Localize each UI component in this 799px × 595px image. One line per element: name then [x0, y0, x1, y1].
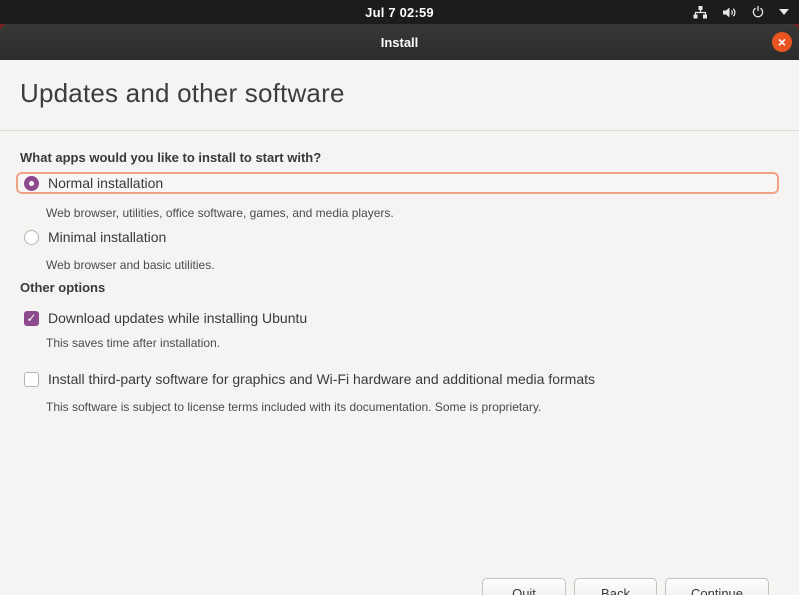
power-icon[interactable] [751, 5, 765, 19]
question-label: What apps would you like to install to s… [20, 150, 321, 165]
system-tray[interactable] [693, 0, 789, 24]
checkbox-checked-icon[interactable]: ✓ [24, 311, 39, 326]
radio-normal-label: Normal installation [48, 175, 163, 191]
checkbox-third-party[interactable]: Install third-party software for graphic… [24, 371, 595, 387]
quit-button[interactable]: Quit [482, 578, 566, 595]
option-normal-description: Web browser, utilities, office software,… [46, 206, 394, 220]
checkbox-unchecked-icon[interactable] [24, 372, 39, 387]
radio-option-minimal[interactable]: Minimal installation [24, 229, 166, 245]
third-party-description: This software is subject to license term… [46, 400, 541, 414]
page-title: Updates and other software [20, 78, 345, 109]
volume-icon[interactable] [722, 6, 737, 19]
system-top-bar: Jul 7 02:59 [0, 0, 799, 24]
window-titlebar[interactable]: Install × [0, 24, 799, 60]
network-icon[interactable] [693, 6, 708, 19]
radio-unchecked-icon[interactable] [24, 230, 39, 245]
window-title: Install [381, 35, 419, 50]
download-updates-description: This saves time after installation. [46, 336, 220, 350]
radio-option-normal[interactable]: Normal installation [16, 172, 779, 194]
checkbox-third-party-label: Install third-party software for graphic… [48, 371, 595, 387]
ubuntu-installer-screen: Jul 7 02:59 [0, 0, 799, 595]
checkmark-icon: ✓ [26, 312, 36, 324]
option-minimal-description: Web browser and basic utilities. [46, 258, 215, 272]
caret-down-icon[interactable] [779, 9, 789, 15]
back-button[interactable]: Back [574, 578, 657, 595]
header-separator [0, 130, 799, 131]
continue-button[interactable]: Continue [665, 578, 769, 595]
radio-checked-icon[interactable] [24, 176, 39, 191]
close-icon: × [778, 35, 786, 49]
checkbox-download-updates-label: Download updates while installing Ubuntu [48, 310, 307, 326]
radio-minimal-label: Minimal installation [48, 229, 166, 245]
other-options-heading: Other options [20, 280, 105, 295]
checkbox-download-updates[interactable]: ✓ Download updates while installing Ubun… [24, 310, 307, 326]
close-button[interactable]: × [772, 32, 792, 52]
clock-label[interactable]: Jul 7 02:59 [365, 5, 434, 20]
